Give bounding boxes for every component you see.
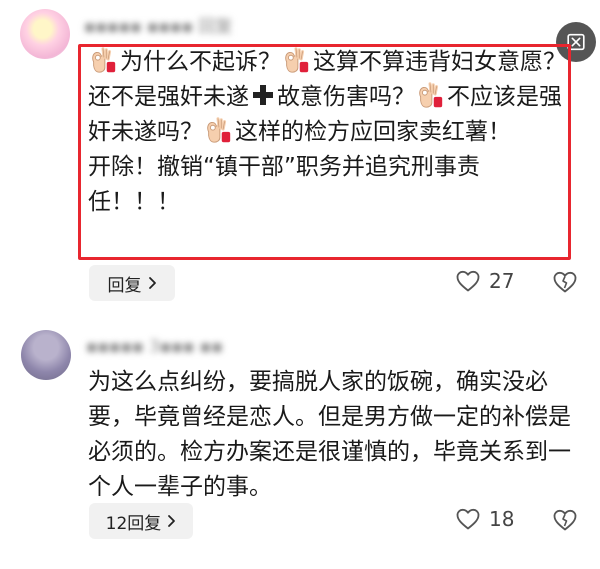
like-count: 18	[489, 507, 515, 531]
comment-text: 为什么不起诉？ 这算不算违背妇女意愿？还不是强奸未遂 故意伤害吗？ 不应该是强奸未遂吗…	[88, 45, 566, 220]
heart-outline-icon	[456, 270, 480, 292]
like-button[interactable]: 27	[455, 269, 514, 293]
broken-heart-icon[interactable]	[552, 508, 578, 532]
reply-button[interactable]: 回复	[89, 265, 175, 301]
broken-heart-icon[interactable]	[552, 270, 578, 294]
username[interactable]: ▪▪▪▪▪ ▪▪▪▪ 回复	[84, 12, 233, 37]
view-replies-button[interactable]: 12回复	[89, 503, 193, 539]
ok-hand-emoji-icon	[207, 117, 231, 143]
avatar[interactable]	[20, 9, 70, 59]
heavy-plus-icon	[253, 85, 273, 105]
avatar[interactable]	[21, 330, 71, 380]
ok-hand-emoji-icon	[285, 47, 309, 73]
chevron-right-icon	[148, 277, 156, 289]
like-count: 27	[489, 269, 515, 293]
username[interactable]: ▪▪▪▪▪ 3▪▪▪ ▪▪	[86, 337, 223, 357]
reply-label: 回复	[107, 275, 142, 296]
ok-hand-emoji-icon	[419, 82, 443, 108]
reply-label: 12回复	[105, 513, 162, 534]
chevron-right-icon	[168, 515, 176, 527]
heart-outline-icon	[456, 508, 480, 530]
comment-item: ▪▪▪▪▪ ▪▪▪▪ 回复 为什么不起诉？ 这算不算违背妇女意愿？还不是强奸未遂故…	[0, 0, 600, 310]
like-button[interactable]: 18	[455, 507, 514, 531]
ok-hand-emoji-icon	[92, 47, 116, 73]
comment-text: 为这么点纠纷，要搞脱人家的饭碗，确实没必要，毕竟曾经是恋人。但是男方做一定的补偿…	[88, 369, 571, 500]
